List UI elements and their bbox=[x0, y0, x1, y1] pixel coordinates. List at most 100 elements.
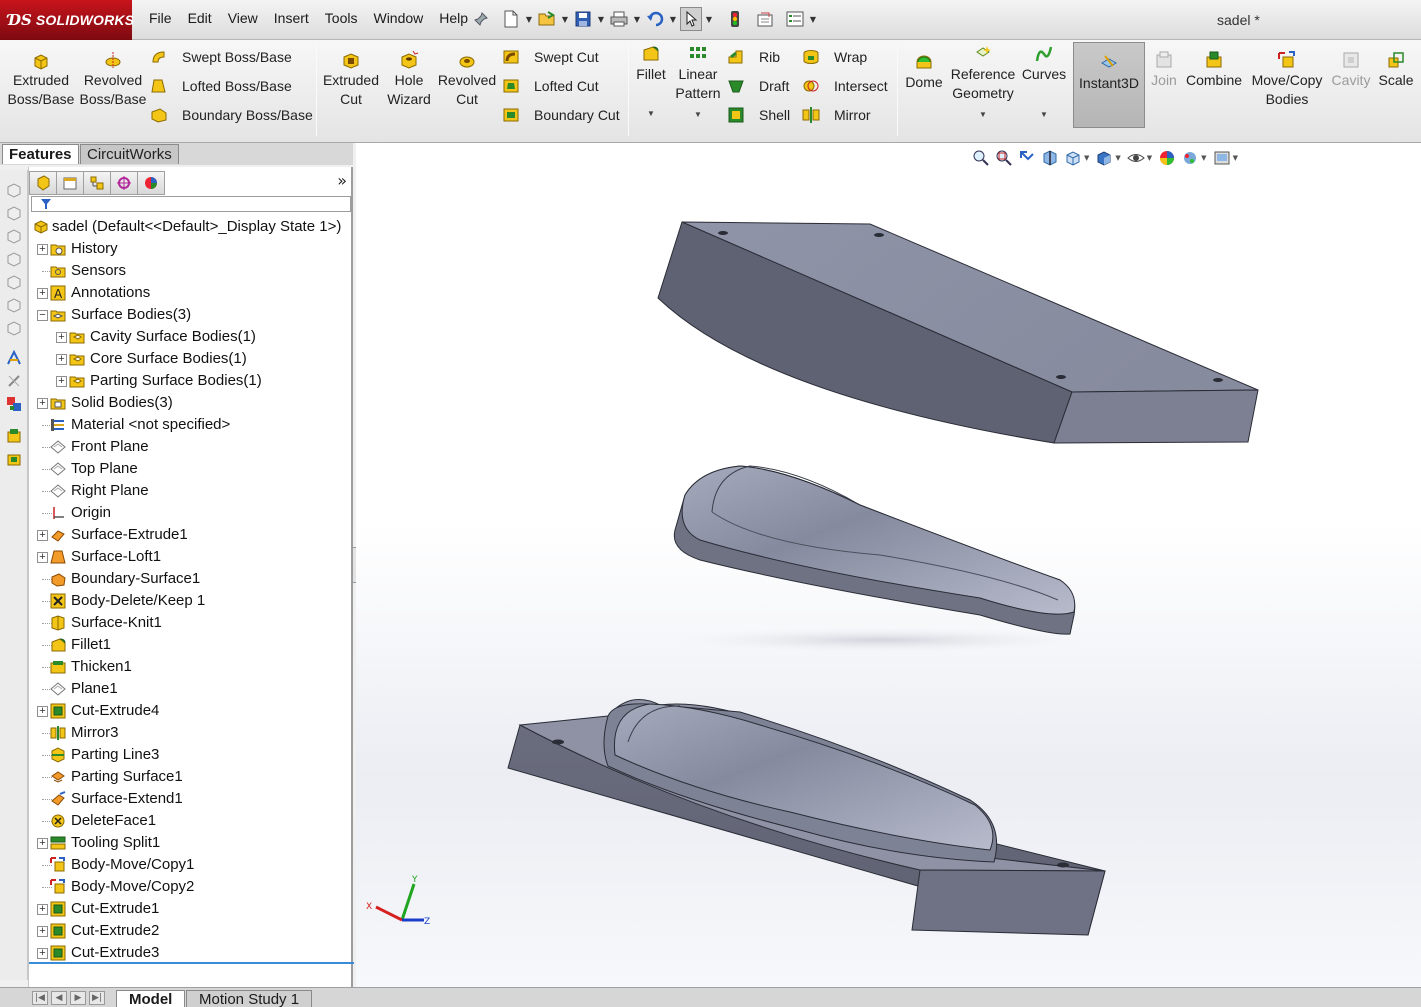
tree-item[interactable]: + Cut-Extrude1 bbox=[29, 898, 354, 920]
tree-item[interactable]: Material <not specified> bbox=[29, 414, 354, 436]
tab-motion-study-1[interactable]: Motion Study 1 bbox=[186, 990, 313, 1007]
scroll-last-icon[interactable]: ▶| bbox=[89, 991, 105, 1005]
extruded-boss-side-icon[interactable] bbox=[6, 428, 22, 444]
expand-toggle-icon[interactable]: + bbox=[37, 838, 48, 849]
tree-item[interactable]: − Surface Bodies(3) bbox=[29, 304, 354, 326]
expand-panel-icon[interactable]: » bbox=[337, 171, 347, 190]
rebuild-icon[interactable] bbox=[724, 7, 746, 31]
chevron-down-icon[interactable]: ▼ bbox=[702, 7, 716, 31]
tree-item[interactable]: Parting Surface1 bbox=[29, 766, 354, 788]
tree-item[interactable]: + Solid Bodies(3) bbox=[29, 392, 354, 414]
reference-geometry-button[interactable]: Reference Geometry ▼ bbox=[948, 40, 1018, 121]
menu-edit[interactable]: Edit bbox=[180, 10, 220, 26]
top-view-icon[interactable] bbox=[6, 228, 22, 244]
tree-item[interactable]: + Cavity Surface Bodies(1) bbox=[29, 326, 354, 348]
chevron-down-icon[interactable]: ▼ bbox=[666, 7, 680, 31]
combine-button[interactable]: Combine bbox=[1183, 40, 1245, 90]
chevron-down-icon[interactable]: ▼ bbox=[1020, 109, 1068, 121]
instant3d-button[interactable]: Instant3D bbox=[1073, 42, 1145, 128]
revolved-cut-button[interactable]: Revolved Cut bbox=[436, 40, 498, 109]
open-icon[interactable] bbox=[536, 7, 558, 31]
solidworks-logo[interactable]: ƊS SOLIDWORKS bbox=[0, 0, 134, 40]
chevron-down-icon[interactable]: ▼ bbox=[594, 7, 608, 31]
graphics-area[interactable]: ▼ ▼ ▼ ▼ ▼ Y X Z bbox=[356, 143, 1421, 987]
expand-toggle-icon[interactable]: + bbox=[37, 926, 48, 937]
tree-item[interactable]: Top Plane bbox=[29, 458, 354, 480]
pin-menu-icon[interactable] bbox=[473, 11, 489, 27]
tree-item[interactable]: + Core Surface Bodies(1) bbox=[29, 348, 354, 370]
tree-item[interactable]: + Parting Surface Bodies(1) bbox=[29, 370, 354, 392]
sketch-icon[interactable] bbox=[6, 373, 22, 389]
expand-toggle-icon[interactable]: + bbox=[37, 904, 48, 915]
tree-item[interactable]: Body-Delete/Keep 1 bbox=[29, 590, 354, 612]
tree-item[interactable]: Body-Move/Copy2 bbox=[29, 876, 354, 898]
dimetric-view-icon[interactable] bbox=[6, 320, 22, 336]
tree-item[interactable]: Fillet1 bbox=[29, 634, 354, 656]
tree-item[interactable]: + Cut-Extrude2 bbox=[29, 920, 354, 942]
undo-icon[interactable] bbox=[644, 7, 666, 31]
tree-item[interactable]: Body-Move/Copy1 bbox=[29, 854, 354, 876]
shell-button[interactable]: Shell bbox=[727, 104, 790, 126]
mirror-button[interactable]: Mirror bbox=[802, 104, 871, 126]
scroll-first-icon[interactable]: |◀ bbox=[32, 991, 48, 1005]
menu-help[interactable]: Help bbox=[431, 10, 476, 26]
menu-tools[interactable]: Tools bbox=[317, 10, 366, 26]
join-button[interactable]: Join bbox=[1148, 40, 1180, 90]
core-body[interactable] bbox=[673, 465, 1080, 652]
tree-item[interactable]: + History bbox=[29, 238, 354, 260]
tree-item[interactable]: + Cut-Extrude4 bbox=[29, 700, 354, 722]
cavity-mold-body[interactable] bbox=[657, 221, 1259, 444]
chevron-down-icon[interactable]: ▼ bbox=[806, 7, 820, 31]
tree-item[interactable]: Front Plane bbox=[29, 436, 354, 458]
hole-wizard-button[interactable]: Hole Wizard bbox=[384, 40, 434, 109]
propertymanager-tab-icon[interactable] bbox=[56, 171, 84, 195]
options-icon[interactable] bbox=[784, 7, 806, 31]
featuremanager-tab-icon[interactable] bbox=[29, 171, 57, 195]
expand-toggle-icon[interactable]: + bbox=[37, 706, 48, 717]
expand-toggle-icon[interactable]: + bbox=[56, 354, 67, 365]
scroll-next-icon[interactable]: ▶ bbox=[70, 991, 86, 1005]
tab-circuitworks[interactable]: CircuitWorks bbox=[80, 144, 179, 164]
collapse-toggle-icon[interactable]: − bbox=[37, 310, 48, 321]
chevron-down-icon[interactable]: ▼ bbox=[632, 108, 670, 120]
display-manager-tab-icon[interactable] bbox=[137, 171, 165, 195]
fillet-button[interactable]: Fillet ▼ bbox=[632, 40, 670, 120]
linear-pattern-button[interactable]: Linear Pattern ▼ bbox=[674, 40, 722, 121]
chevron-down-icon[interactable]: ▼ bbox=[630, 7, 644, 31]
tree-item[interactable]: Surface-Extend1 bbox=[29, 788, 354, 810]
move-copy-bodies-button[interactable]: Move/Copy Bodies bbox=[1248, 40, 1326, 109]
chevron-down-icon[interactable]: ▼ bbox=[522, 7, 536, 31]
extruded-cut-side-icon[interactable] bbox=[6, 451, 22, 467]
scroll-prev-icon[interactable]: ◀ bbox=[51, 991, 67, 1005]
intersect-button[interactable]: Intersect bbox=[802, 75, 888, 97]
draft-button[interactable]: Draft bbox=[727, 75, 789, 97]
tree-item[interactable]: Right Plane bbox=[29, 480, 354, 502]
chevron-down-icon[interactable]: ▼ bbox=[674, 109, 722, 121]
dimxpert-tab-icon[interactable] bbox=[110, 171, 138, 195]
isometric-view-icon[interactable] bbox=[6, 274, 22, 290]
dome-button[interactable]: Dome bbox=[902, 40, 946, 92]
expand-toggle-icon[interactable]: + bbox=[56, 332, 67, 343]
chevron-down-icon[interactable]: ▼ bbox=[948, 109, 1018, 121]
print-icon[interactable] bbox=[608, 7, 630, 31]
swept-cut-button[interactable]: Swept Cut bbox=[502, 46, 599, 68]
lofted-boss-button[interactable]: Lofted Boss/Base bbox=[150, 75, 292, 97]
tab-features[interactable]: Features bbox=[2, 144, 79, 164]
configurationmanager-tab-icon[interactable] bbox=[83, 171, 111, 195]
cavity-button[interactable]: Cavity bbox=[1329, 40, 1373, 90]
boundary-cut-button[interactable]: Boundary Cut bbox=[502, 104, 620, 126]
tree-item[interactable]: Surface-Knit1 bbox=[29, 612, 354, 634]
tree-item[interactable]: Parting Line3 bbox=[29, 744, 354, 766]
tab-model[interactable]: Model bbox=[116, 990, 186, 1007]
expand-toggle-icon[interactable]: + bbox=[37, 552, 48, 563]
tree-item[interactable]: Origin bbox=[29, 502, 354, 524]
tree-root-part[interactable]: sadel (Default<<Default>_Display State 1… bbox=[29, 216, 354, 238]
extruded-cut-button[interactable]: Extruded Cut bbox=[320, 40, 382, 109]
menu-file[interactable]: File bbox=[141, 10, 180, 26]
tree-item[interactable]: + Surface-Extrude1 bbox=[29, 524, 354, 546]
front-view-icon[interactable] bbox=[6, 205, 22, 221]
tree-item[interactable]: + A Annotations bbox=[29, 282, 354, 304]
view-orientation-icon[interactable] bbox=[6, 182, 22, 198]
tree-item[interactable]: Mirror3 bbox=[29, 722, 354, 744]
relations-icon[interactable] bbox=[6, 396, 22, 412]
